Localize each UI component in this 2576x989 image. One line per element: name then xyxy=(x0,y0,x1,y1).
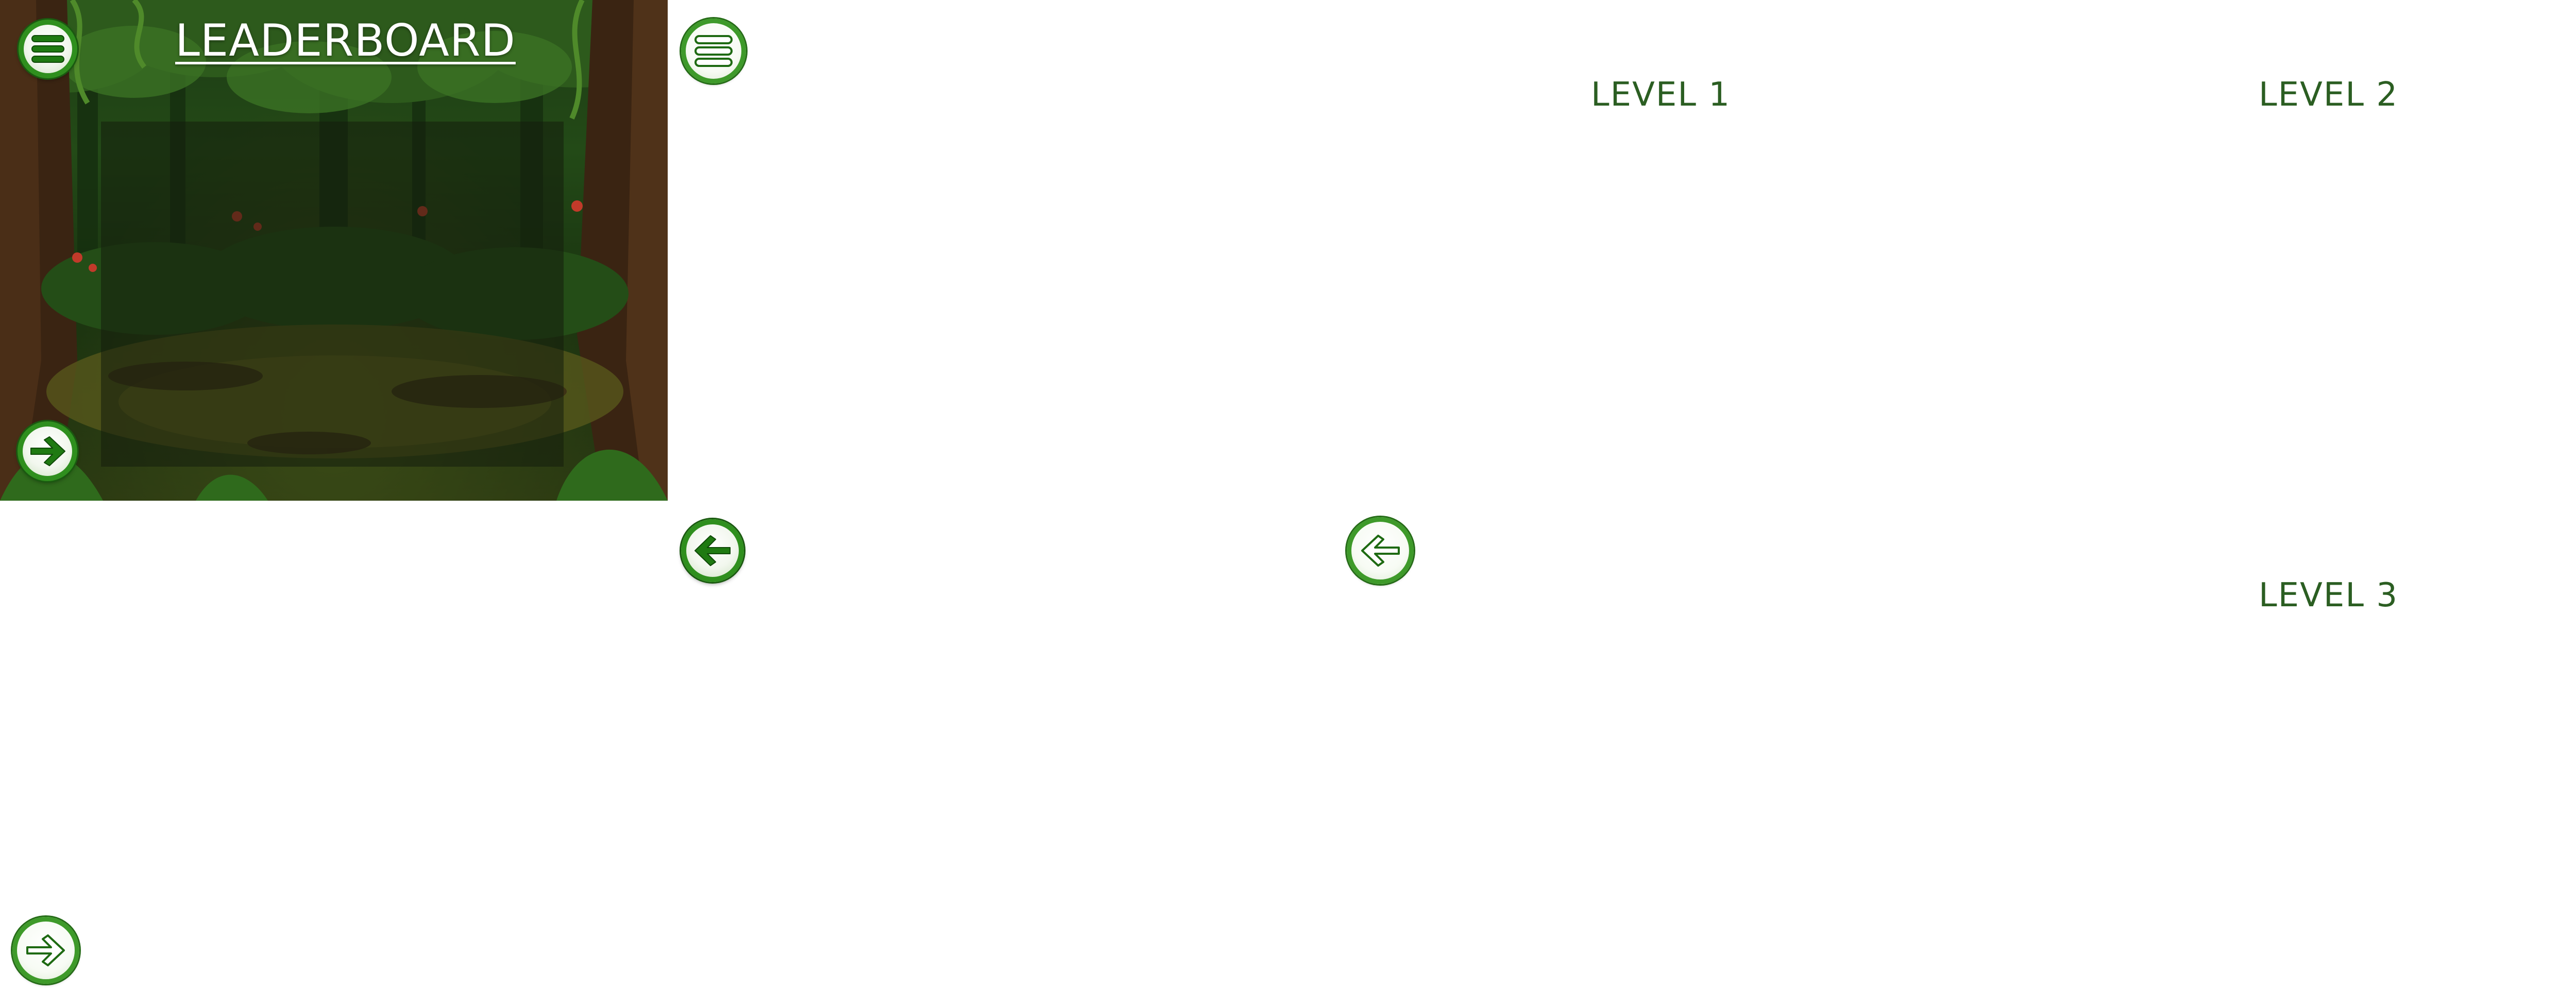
hamburger-menu-icon xyxy=(31,35,64,63)
arrow-left-icon xyxy=(694,535,731,566)
arrow-right-icon xyxy=(26,934,65,966)
level-3-label[interactable]: LEVEL 3 xyxy=(2259,579,2398,612)
next-button-outline[interactable] xyxy=(12,917,79,984)
leaderboard-title: LEADERBOARD xyxy=(175,15,516,66)
back-button-outline[interactable] xyxy=(1347,517,1414,584)
arrow-right-icon xyxy=(30,436,65,466)
menu-button[interactable] xyxy=(19,20,77,78)
next-button[interactable] xyxy=(18,421,77,481)
leaderboard-panel: LEADERBOARD xyxy=(0,0,668,501)
level-1-label[interactable]: LEVEL 1 xyxy=(1591,78,1731,111)
levels-menu-button[interactable] xyxy=(681,19,746,83)
arrow-left-icon xyxy=(1361,535,1400,567)
back-button[interactable] xyxy=(681,519,744,582)
hamburger-menu-icon xyxy=(694,35,733,67)
level-2-label[interactable]: LEVEL 2 xyxy=(2259,78,2398,111)
leaderboard-content-area xyxy=(101,122,564,467)
